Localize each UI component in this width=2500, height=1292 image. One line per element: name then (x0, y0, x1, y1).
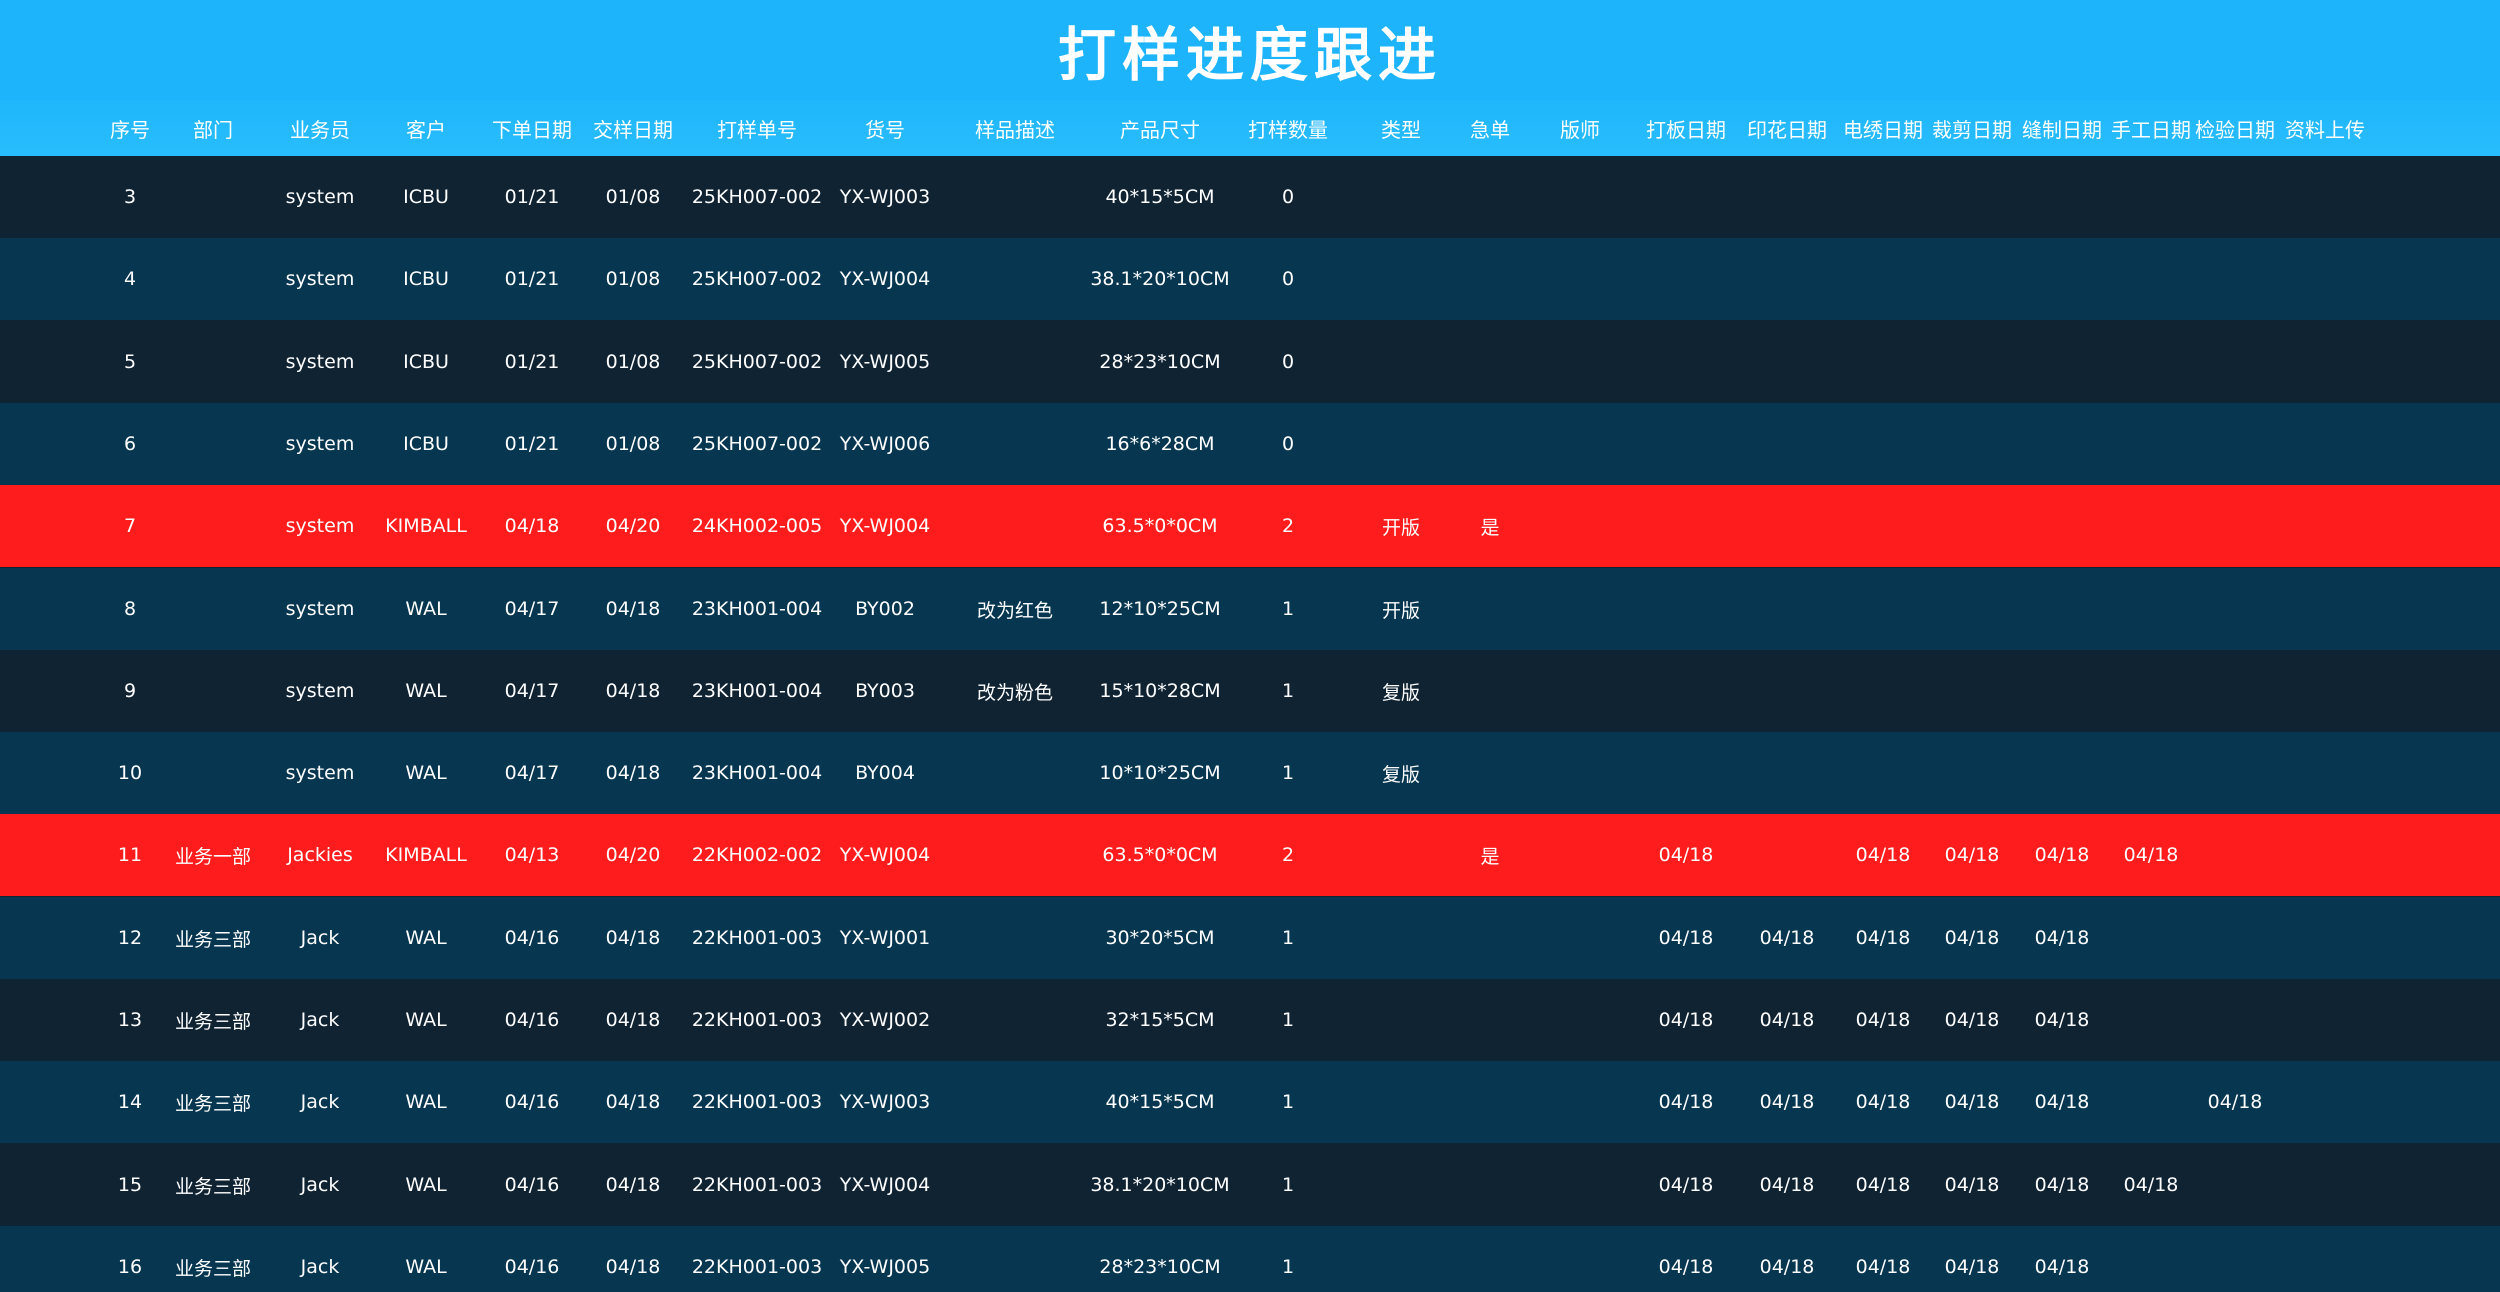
table-row[interactable]: 5 system ICBU 01/21 01/08 25KH007-002 YX-WJ005… (0, 321, 2500, 403)
cell-upload (2237, 1061, 2413, 1143)
table-row[interactable]: 16 业务三部 Jack WAL 04/16 04/18 22KH001-003 YX-WJ0… (0, 1226, 2500, 1292)
table-row[interactable]: 10 system WAL 04/17 04/18 23KH001-004 BY004 10*… (0, 732, 2500, 814)
cell-upload (2237, 979, 2413, 1061)
data-table: 3 system ICBU 01/21 01/08 25KH007-002 YX-WJ003… (0, 156, 2500, 1292)
table-row[interactable]: 12 业务三部 Jack WAL 04/16 04/18 22KH001-003 YX-WJ0… (0, 897, 2500, 979)
cell-upload (2237, 485, 2413, 567)
table-row[interactable]: 8 system WAL 04/17 04/18 23KH001-004 BY002 改为红色… (0, 568, 2500, 650)
table-row[interactable]: 3 system ICBU 01/21 01/08 25KH007-002 YX-WJ003… (0, 156, 2500, 238)
cell-upload (2237, 568, 2413, 650)
table-row[interactable]: 9 system WAL 04/17 04/18 23KH001-004 BY003 改为粉色… (0, 650, 2500, 732)
cell-upload (2237, 650, 2413, 732)
page-title: 打样进度跟进 (1057, 21, 1442, 89)
cell-upload (2237, 897, 2413, 979)
cell-upload (2237, 156, 2413, 238)
table-row[interactable]: 7 system KIMBALL 04/18 04/20 24KH002-005 YX-WJ… (0, 485, 2500, 567)
table-header: 序号 部门 业务员 客户 下单日期 交样日期 打样单号 货号 样品描述 产品尺寸 打样数量 类型 急单版… (0, 100, 2500, 156)
column-header-upload: 资料上传 (2285, 117, 2365, 142)
cell-upload (2237, 1144, 2413, 1226)
table-row[interactable]: 13 业务三部 Jack WAL 04/16 04/18 22KH001-003 YX-WJ0… (0, 979, 2500, 1061)
cell-upload (2237, 238, 2413, 320)
table-row[interactable]: 11 业务一部 Jackies KIMBALL 04/13 04/20 22KH002-00… (0, 814, 2500, 896)
cell-upload (2237, 403, 2413, 485)
cell-upload (2237, 814, 2413, 896)
table-row[interactable]: 4 system ICBU 01/21 01/08 25KH007-002 YX-WJ004… (0, 238, 2500, 320)
cell-upload (2237, 321, 2413, 403)
cell-upload (2237, 1226, 2413, 1292)
cell-upload (2237, 732, 2413, 814)
table-row[interactable]: 6 system ICBU 01/21 01/08 25KH007-002 YX-WJ006… (0, 403, 2500, 485)
table-row[interactable]: 15 业务三部 Jack WAL 04/16 04/18 22KH001-003 YX-WJ0… (0, 1144, 2500, 1226)
table-row[interactable]: 14 业务三部 Jack WAL 04/16 04/18 22KH001-003 YX-WJ0… (0, 1061, 2500, 1143)
